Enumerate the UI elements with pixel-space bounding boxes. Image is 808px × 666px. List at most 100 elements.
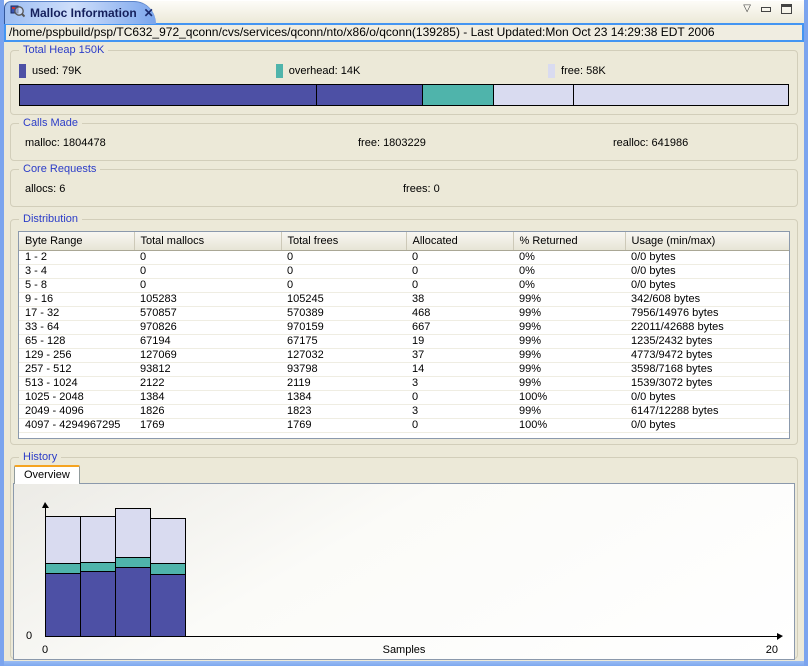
table-row[interactable]: 513 - 102421222119399%1539/3072 bytes (19, 376, 789, 390)
table-cell: 99% (513, 334, 625, 348)
table-cell: 3 (406, 404, 513, 418)
table-row[interactable]: 5 - 80000%0/0 bytes (19, 278, 789, 292)
table-row[interactable]: 129 - 2561270691270323799%4773/9472 byte… (19, 348, 789, 362)
column-header[interactable]: Total frees (281, 232, 406, 250)
table-row[interactable]: 33 - 6497082697015966799%22011/42688 byt… (19, 320, 789, 334)
table-cell: 2122 (134, 376, 281, 390)
stat-malloc: malloc: 1804478 (25, 137, 358, 149)
heap-segment-divider (573, 85, 574, 105)
legend-item-free: free: 58K (548, 64, 797, 78)
table-cell: 127032 (281, 348, 406, 362)
tab-overview[interactable]: Overview (14, 465, 80, 484)
table-cell: 1539/3072 bytes (625, 376, 789, 390)
calls-made-stats: malloc: 1804478free: 1803229realloc: 641… (11, 124, 797, 149)
chart-x-axis-arrow-icon (777, 633, 783, 640)
target-path-bar: /home/pspbuild/psp/TC632_972_qconn/cvs/s… (4, 23, 804, 42)
bar-segment-used (115, 567, 151, 637)
table-cell: 0 (134, 278, 281, 292)
bar-segment-used (150, 574, 186, 637)
stat-allocs: allocs: 6 (25, 183, 403, 195)
table-cell: 7956/14976 bytes (625, 306, 789, 320)
table-cell: 19 (406, 334, 513, 348)
column-header[interactable]: Byte Range (19, 232, 134, 250)
table-cell: 0% (513, 250, 625, 264)
table-cell: 99% (513, 320, 625, 334)
legend-label: overhead: 14K (289, 65, 361, 77)
history-group: History Overview 0 0 Samples 20 (10, 457, 798, 659)
table-row[interactable]: 2049 - 409618261823399%6147/12288 bytes (19, 404, 789, 418)
table-cell: 0% (513, 264, 625, 278)
table-cell: 1769 (281, 418, 406, 432)
table-cell: 570857 (134, 306, 281, 320)
distribution-table-wrap: Byte RangeTotal mallocsTotal freesAlloca… (18, 231, 790, 439)
table-row[interactable]: 4097 - 4294967295176917690100%0/0 bytes (19, 418, 789, 432)
table-cell: 0 (281, 278, 406, 292)
history-bar-sample-1 (80, 516, 116, 637)
window-bottom-border (4, 661, 804, 666)
column-header[interactable]: % Returned (513, 232, 625, 250)
table-row[interactable]: 9 - 161052831052453899%342/608 bytes (19, 292, 789, 306)
table-cell: 0 (406, 264, 513, 278)
table-cell: 0 (406, 418, 513, 432)
history-chart: 0 0 Samples 20 (13, 483, 795, 660)
table-cell: 257 - 512 (19, 362, 134, 376)
main-content: Total Heap 150K used: 79Koverhead: 14Kfr… (4, 50, 804, 659)
table-cell: 105283 (134, 292, 281, 306)
stat-frees: frees: 0 (403, 183, 797, 195)
total-heap-group: Total Heap 150K used: 79Koverhead: 14Kfr… (10, 50, 798, 115)
column-header[interactable]: Usage (min/max) (625, 232, 789, 250)
table-cell: 570389 (281, 306, 406, 320)
table-row[interactable]: 65 - 12867194671751999%1235/2432 bytes (19, 334, 789, 348)
table-row[interactable]: 17 - 3257085757038946899%7956/14976 byte… (19, 306, 789, 320)
close-icon[interactable] (144, 6, 154, 20)
table-cell: 3 (406, 376, 513, 390)
table-row[interactable]: 1 - 20000%0/0 bytes (19, 250, 789, 264)
table-cell: 342/608 bytes (625, 292, 789, 306)
column-header[interactable]: Total mallocs (134, 232, 281, 250)
chart-y-tick-0: 0 (26, 630, 32, 642)
table-row[interactable]: 1025 - 2048138413840100%0/0 bytes (19, 390, 789, 404)
stat-realloc: realloc: 641986 (613, 137, 797, 149)
bar-segment-free (45, 516, 81, 564)
history-bar-sample-3 (150, 518, 186, 637)
heap-segment-used (20, 85, 422, 105)
heap-legend: used: 79Koverhead: 14Kfree: 58K (11, 51, 797, 78)
table-cell: 5 - 8 (19, 278, 134, 292)
table-cell: 1235/2432 bytes (625, 334, 789, 348)
table-cell: 0/0 bytes (625, 390, 789, 404)
table-row[interactable]: 257 - 51293812937981499%3598/7168 bytes (19, 362, 789, 376)
table-row[interactable]: 3 - 40000%0/0 bytes (19, 264, 789, 278)
core-requests-group: Core Requests allocs: 6frees: 0 (10, 169, 798, 207)
chart-x-axis-label: Samples (383, 644, 426, 656)
table-cell: 0 (406, 278, 513, 292)
table-cell: 17 - 32 (19, 306, 134, 320)
table-cell: 1769 (134, 418, 281, 432)
maximize-icon[interactable] (781, 4, 792, 14)
tab-malloc-information[interactable]: Malloc Information (4, 1, 156, 24)
column-header[interactable]: Allocated (406, 232, 513, 250)
table-cell: 0 (406, 390, 513, 404)
table-cell: 0/0 bytes (625, 418, 789, 432)
minimize-icon[interactable] (761, 7, 771, 12)
core-requests-stats: allocs: 6frees: 0 (11, 170, 797, 195)
view-toolbar (156, 1, 804, 23)
table-cell: 127069 (134, 348, 281, 362)
bar-segment-free (80, 516, 116, 563)
table-cell: 667 (406, 320, 513, 334)
table-cell: 970826 (134, 320, 281, 334)
table-cell: 99% (513, 348, 625, 362)
malloc-information-view: Malloc Information /home/pspbuild/psp/TC… (0, 0, 808, 666)
total-heap-title: Total Heap 150K (19, 44, 108, 56)
heap-usage-bar (19, 84, 789, 106)
table-cell: 6147/12288 bytes (625, 404, 789, 418)
view-menu-icon[interactable] (743, 4, 751, 14)
distribution-title: Distribution (19, 213, 82, 225)
heap-segment-divider (316, 85, 317, 105)
table-cell: 65 - 128 (19, 334, 134, 348)
chart-x-tick-max: 20 (766, 644, 778, 656)
table-cell: 0 (406, 250, 513, 264)
malloc-view-icon (10, 3, 25, 23)
bar-segment-used (45, 573, 81, 637)
table-cell: 468 (406, 306, 513, 320)
bar-segment-free (150, 518, 186, 564)
